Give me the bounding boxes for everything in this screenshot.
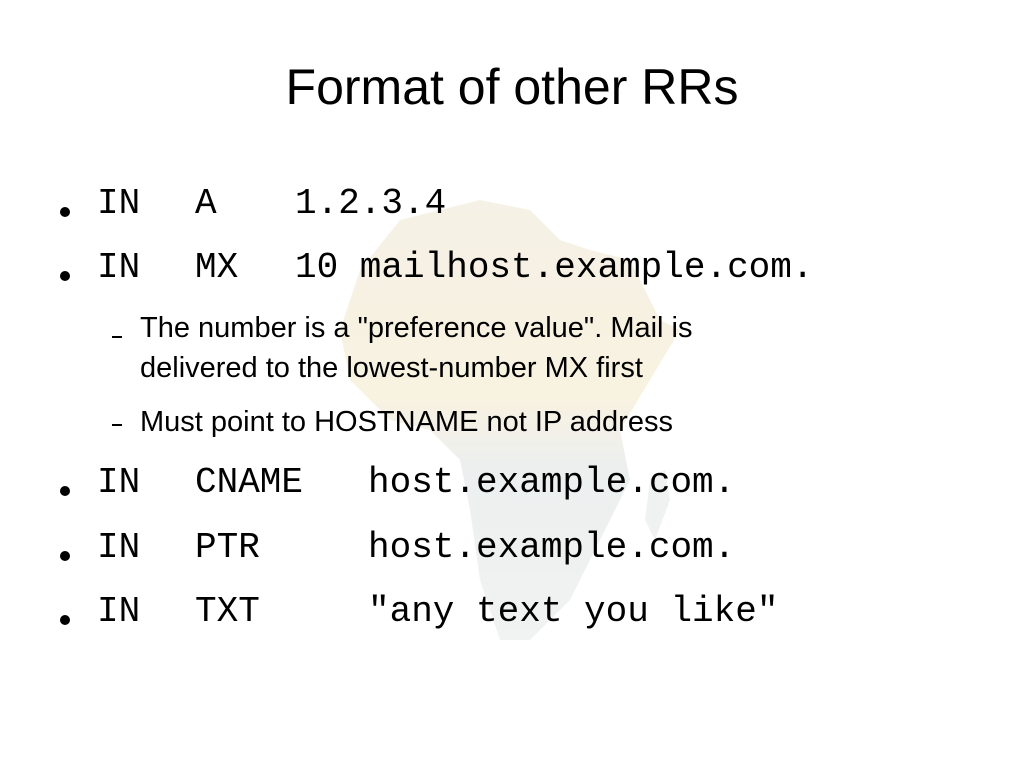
record-value: 1.2.3.4: [295, 183, 447, 224]
slide-title: Format of other RRs: [285, 59, 739, 115]
dash-icon: [112, 424, 122, 426]
record-class: IN: [97, 247, 141, 288]
note-line: Must point to HOSTNAME not IP address: [140, 406, 673, 438]
record-class: IN: [97, 591, 141, 632]
record-class: IN: [97, 527, 141, 568]
record-value: host.example.com.: [368, 462, 736, 503]
record-value: host.example.com.: [368, 527, 736, 568]
note-line: The number is a "preference value". Mail…: [140, 312, 693, 344]
bullet-icon: [60, 615, 70, 625]
record-type: A: [195, 183, 217, 224]
record-type: MX: [195, 247, 239, 288]
dash-icon: [112, 336, 122, 338]
bullet-icon: [60, 486, 70, 496]
record-type: CNAME: [195, 462, 304, 503]
bullet-icon: [60, 271, 70, 281]
record-value: 10 mailhost.example.com.: [295, 247, 814, 288]
note-line: delivered to the lowest-number MX first: [140, 352, 643, 384]
record-class: IN: [97, 183, 141, 224]
record-type: TXT: [195, 591, 260, 632]
record-type: PTR: [195, 527, 260, 568]
record-value: "any text you like": [368, 591, 779, 632]
record-class: IN: [97, 462, 141, 503]
bullet-icon: [60, 207, 70, 217]
bullet-icon: [60, 551, 70, 561]
